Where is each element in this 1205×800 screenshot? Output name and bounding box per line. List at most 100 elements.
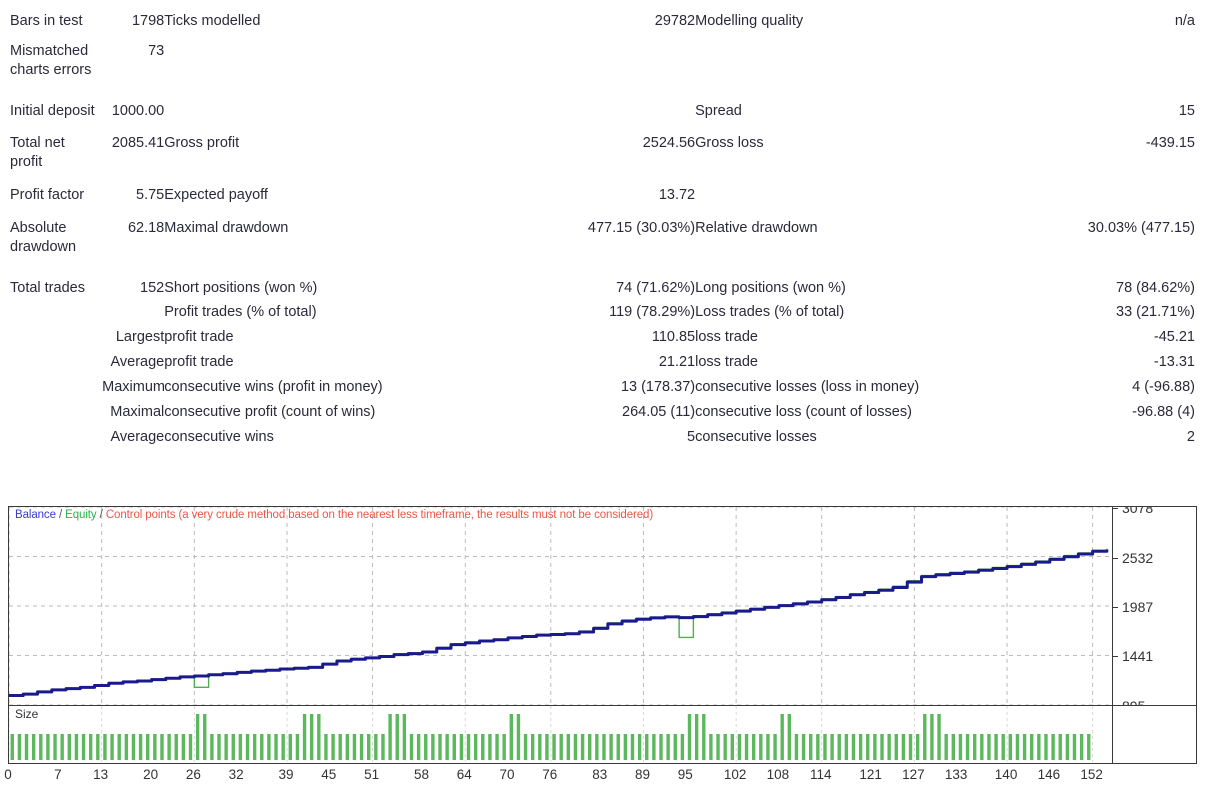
row-label-primary <box>10 322 102 347</box>
trade-size-bar <box>1001 734 1005 760</box>
legend-balance-label: Balance <box>15 509 56 521</box>
chart-legend: Balance / Equity / Control points (a ver… <box>15 509 653 521</box>
x-axis-tick-label: 58 <box>413 767 429 782</box>
trade-size-bar <box>716 734 720 760</box>
row-label-primary: Total trades <box>10 257 102 298</box>
trade-size-bar <box>31 734 36 760</box>
trade-size-bar <box>616 734 620 760</box>
trade-size-bar <box>117 734 121 760</box>
report-row: Profit factor 5.75 Expected payoff 13.72 <box>10 172 1195 205</box>
legend-control-points-label: Control points (a very crude method base… <box>105 509 654 521</box>
trade-size-bar <box>217 734 221 760</box>
trade-size-bar <box>566 734 571 760</box>
row-label-primary <box>10 372 102 397</box>
trade-size-bar <box>74 734 79 760</box>
trade-size-bar <box>238 734 243 760</box>
row-label-primary-text: Profit factor <box>10 187 85 204</box>
x-axis-tick-label: 45 <box>321 767 337 782</box>
trade-size-bar <box>374 734 378 760</box>
row-label-secondary: Profit trades (% of total) <box>164 304 317 321</box>
trade-size-bar <box>652 734 656 760</box>
trade-size-bar <box>46 734 50 760</box>
trade-size-bar <box>324 734 328 760</box>
trade-size-bar <box>944 734 948 760</box>
row-label-primary-text: Mismatched charts errors <box>10 42 92 78</box>
report-row: Average consecutive wins 5 consecutive loss… <box>10 422 1195 447</box>
trade-size-bar <box>331 734 335 760</box>
row-value-tertiary: -439.15 <box>1145 135 1195 152</box>
row-value-tertiary: -45.21 <box>1153 329 1195 346</box>
trade-size-bar <box>153 734 157 760</box>
trade-size-bar <box>516 714 521 760</box>
trade-size-panel[interactable]: Size <box>8 706 1197 764</box>
trade-size-bar <box>224 734 228 760</box>
row-value-secondary: 13.72 <box>658 187 696 204</box>
row-label-secondary: Ticks modelled <box>164 13 261 29</box>
row-value-primary: 1798 <box>131 13 165 29</box>
balance-equity-chart-panel[interactable]: Balance / Equity / Control points (a ver… <box>8 506 1197 706</box>
trade-size-bar <box>880 734 884 760</box>
trade-size-bar <box>559 734 563 760</box>
trade-size-bar <box>687 714 692 760</box>
trade-size-bar <box>359 734 364 760</box>
trade-size-bar <box>88 734 93 760</box>
row-label-secondary <box>164 31 465 80</box>
trade-size-bar <box>416 734 421 760</box>
trade-size-bar <box>195 714 200 760</box>
trade-size-bar <box>1022 734 1027 760</box>
equity-chart-container: Balance / Equity / Control points (a ver… <box>4 506 1197 788</box>
trade-size-bar <box>659 734 663 760</box>
trade-size-bar <box>174 734 178 760</box>
row-label-primary: Bars in test <box>10 12 102 31</box>
trade-size-bar <box>780 714 784 760</box>
trade-size-bar <box>759 734 763 760</box>
trade-size-bar <box>424 734 428 760</box>
row-label-primary: Absolute drawdown <box>10 205 102 257</box>
trade-size-bar <box>737 734 742 760</box>
trade-size-bar <box>1087 734 1091 760</box>
row-label-secondary: Gross profit <box>164 135 240 152</box>
trade-size-bar <box>260 734 264 760</box>
x-axis-tick-label: 51 <box>364 767 380 782</box>
trade-size-bar <box>131 734 136 760</box>
row-label-primary <box>10 397 102 422</box>
trade-size-bar <box>965 734 970 760</box>
trade-size-bar <box>338 734 342 760</box>
row-label-tertiary: Loss trades (% of total) <box>695 304 845 321</box>
trade-size-bar <box>623 734 628 760</box>
row-value-primary: 152 <box>140 279 165 296</box>
trade-size-bar <box>823 734 827 760</box>
row-value-tertiary <box>996 172 1195 205</box>
report-row: Maximum consecutive wins (profit in money… <box>10 372 1195 397</box>
trade-size-bar <box>17 734 22 760</box>
row-value-secondary: 119 (78.29%) <box>609 304 696 321</box>
trade-size-bar <box>60 734 64 760</box>
trade-size-bar <box>445 734 449 760</box>
trade-size-bar <box>1015 734 1020 760</box>
row-label-primary <box>10 347 102 372</box>
row-label-secondary: Short positions (won %) <box>164 279 318 296</box>
trade-size-bar <box>466 734 471 760</box>
trade-size-bar <box>24 734 29 760</box>
trade-size-bar <box>431 734 435 760</box>
row-label-tertiary: consecutive losses (loss in money) <box>695 378 920 395</box>
trade-size-bar <box>67 734 71 760</box>
row-label-tertiary: Spread <box>695 102 742 119</box>
trade-size-bar <box>858 734 863 760</box>
row-label-tertiary: loss trade <box>695 329 758 346</box>
legend-separator-1: / <box>55 509 66 521</box>
trade-size-bar <box>288 734 292 760</box>
trade-size-bar <box>645 734 649 760</box>
series-equity-line <box>9 548 1108 697</box>
trade-size-bar <box>844 734 849 760</box>
row-value-secondary: 264.05 (11) <box>622 403 696 420</box>
trade-size-bar <box>96 734 100 760</box>
trade-size-bar <box>367 734 371 760</box>
trade-size-bar <box>873 734 877 760</box>
trade-size-bar <box>901 734 906 760</box>
x-axis-tick-label: 64 <box>456 767 472 782</box>
trade-size-bar <box>851 734 856 760</box>
x-axis-tick-label: 121 <box>859 767 882 782</box>
trade-size-bar <box>409 734 414 760</box>
row-label-tertiary: Gross loss <box>695 135 764 152</box>
